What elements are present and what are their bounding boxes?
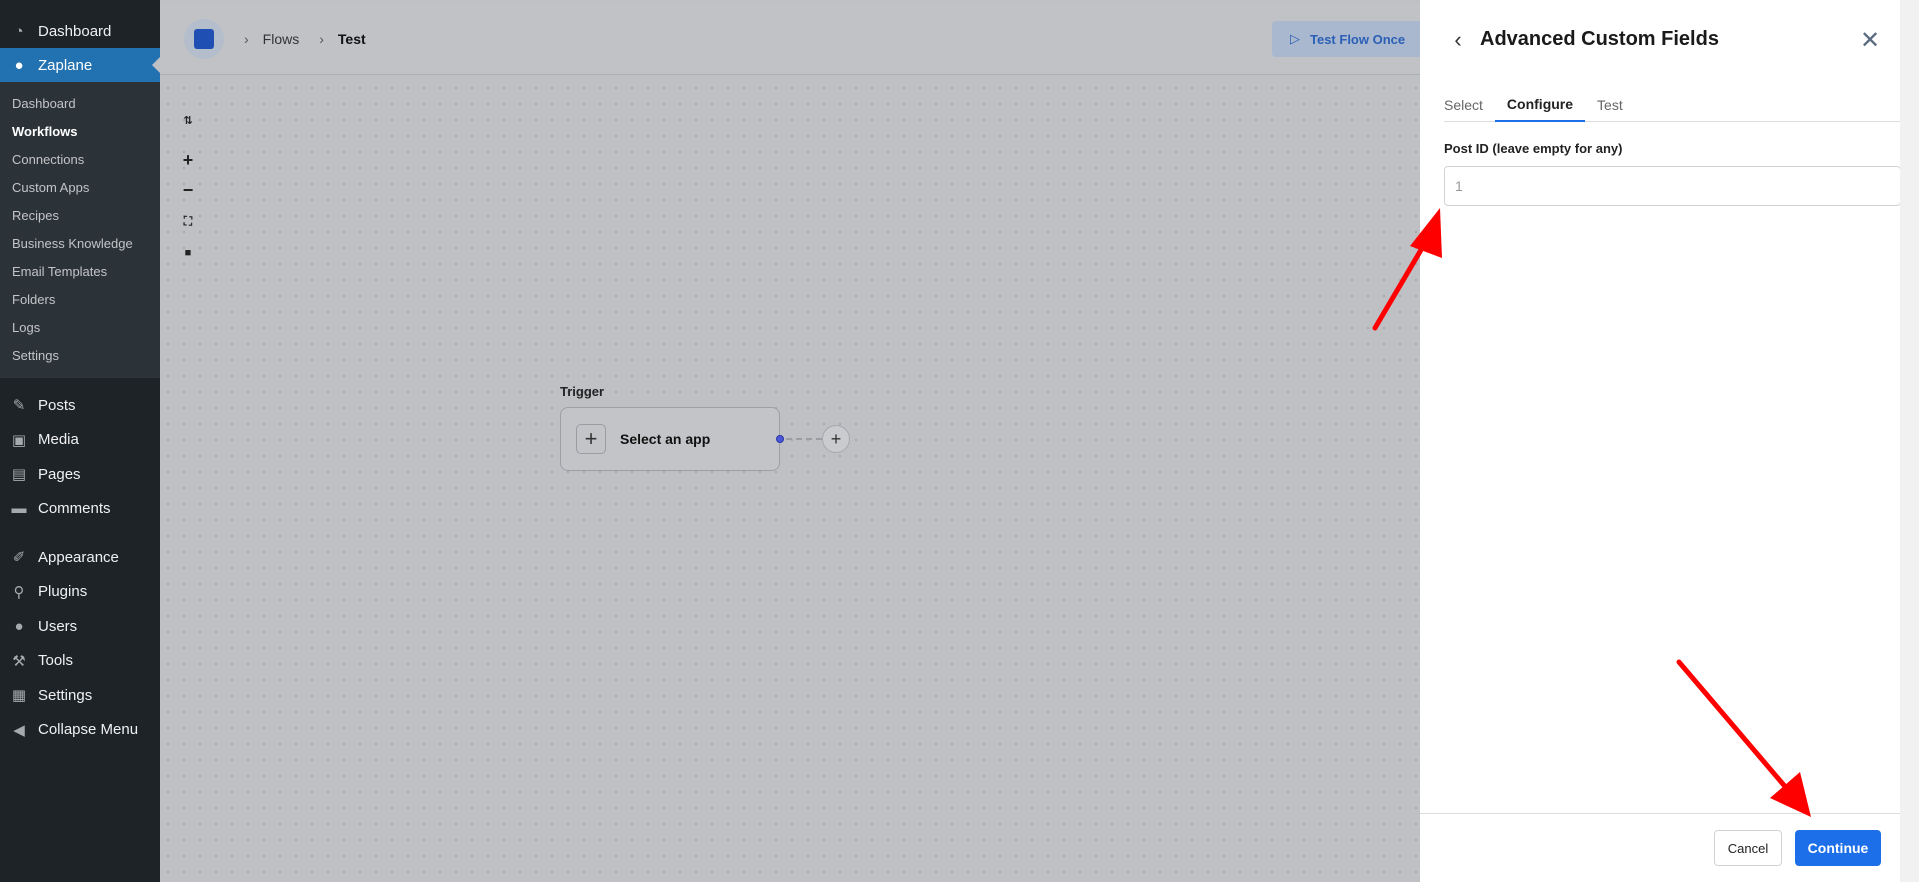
comment-icon: ▬ bbox=[11, 500, 27, 518]
collapse-icon: ◀ bbox=[13, 721, 25, 739]
wp-menu-settings[interactable]: ▦ Settings bbox=[0, 678, 160, 713]
brush-icon: ✐ bbox=[12, 549, 26, 567]
trigger-label: Trigger bbox=[560, 384, 605, 399]
submenu-recipes[interactable]: Recipes bbox=[0, 201, 160, 229]
wp-menu-appearance[interactable]: ✐ Appearance bbox=[0, 540, 160, 575]
wp-menu-collapse[interactable]: ◀ Collapse Menu bbox=[0, 713, 160, 748]
user-icon: ● bbox=[14, 617, 24, 635]
continue-button[interactable]: Continue bbox=[1795, 830, 1881, 866]
test-flow-button[interactable]: ▷ Test Flow Once bbox=[1272, 21, 1420, 57]
wp-menu-label: Comments bbox=[38, 500, 111, 518]
media-icon: ▣ bbox=[11, 431, 27, 449]
post-id-label: Post ID (leave empty for any) bbox=[1444, 141, 1623, 156]
play-icon: ▷ bbox=[1290, 31, 1300, 46]
post-id-input[interactable] bbox=[1444, 166, 1901, 206]
wp-menu-tools[interactable]: ⚒ Tools bbox=[0, 644, 160, 679]
wp-menu-label: Posts bbox=[38, 396, 76, 414]
pin-icon: ✎ bbox=[12, 397, 26, 415]
canvas-topbar: › Flows › Test ▷ Test Flow Once bbox=[160, 3, 1420, 75]
wp-menu-users[interactable]: ● Users bbox=[0, 609, 160, 644]
wp-menu-lower: ✎ Posts ▣ Media ▤ Pages ▬ Comments ✐ App… bbox=[0, 388, 160, 747]
wp-menu-label: Collapse Menu bbox=[38, 721, 139, 739]
breadcrumb-flows[interactable]: Flows bbox=[263, 31, 300, 47]
connector-line bbox=[786, 438, 822, 440]
connector-handle[interactable] bbox=[776, 435, 784, 443]
test-flow-label: Test Flow Once bbox=[1310, 31, 1406, 47]
wp-menu-label: Pages bbox=[38, 465, 81, 483]
cancel-button[interactable]: Cancel bbox=[1714, 830, 1782, 866]
panel-title: Advanced Custom Fields bbox=[1480, 28, 1719, 50]
panel-footer: Cancel Continue bbox=[1420, 813, 1900, 882]
plug-icon: ⚲ bbox=[13, 583, 25, 601]
submenu-logs[interactable]: Logs bbox=[0, 313, 160, 341]
settings-icon: ▦ bbox=[11, 687, 27, 705]
plus-icon: + bbox=[576, 424, 606, 454]
tab-test[interactable]: Test bbox=[1585, 88, 1635, 122]
wp-menu-label: Media bbox=[38, 431, 79, 449]
wp-menu-label: Users bbox=[38, 617, 78, 635]
submenu-custom-apps[interactable]: Custom Apps bbox=[0, 173, 160, 201]
submenu-email-templates[interactable]: Email Templates bbox=[0, 257, 160, 285]
wp-menu-pages[interactable]: ▤ Pages bbox=[0, 457, 160, 492]
add-step-button[interactable]: + bbox=[822, 425, 850, 453]
submenu-folders[interactable]: Folders bbox=[0, 285, 160, 313]
app-logo[interactable] bbox=[184, 18, 224, 59]
chevron-right-icon: › bbox=[244, 30, 249, 47]
tab-configure[interactable]: Configure bbox=[1494, 88, 1586, 122]
submenu-workflows[interactable]: Workflows bbox=[0, 117, 160, 145]
submenu-connections[interactable]: Connections bbox=[0, 145, 160, 173]
wp-menu-label: Dashboard bbox=[38, 22, 112, 40]
breadcrumb-current: Test bbox=[337, 30, 366, 47]
panel-tabs: Select Configure Test bbox=[1444, 88, 1901, 122]
dashboard-icon: ◔ bbox=[14, 22, 24, 40]
zaplane-icon: ● bbox=[14, 56, 24, 74]
trigger-node[interactable]: + Select an app bbox=[560, 407, 780, 471]
wp-menu-label: Settings bbox=[38, 686, 93, 704]
plus-icon: + bbox=[830, 428, 842, 449]
back-arrow-icon[interactable]: ‹ bbox=[1448, 27, 1468, 52]
wrench-icon: ⚒ bbox=[12, 652, 26, 670]
wp-menu-label: Zaplane bbox=[38, 56, 93, 74]
step-config-panel: ‹ Advanced Custom Fields ✕ Select Config… bbox=[1420, 0, 1919, 882]
lock-icon[interactable]: ■ bbox=[180, 245, 196, 261]
scrollbar[interactable] bbox=[1900, 0, 1919, 882]
wp-menu-label: Appearance bbox=[38, 548, 119, 566]
wp-admin-sidebar: ◔ Dashboard ● Zaplane Dashboard Workflow… bbox=[0, 0, 161, 882]
submenu-dashboard[interactable]: Dashboard bbox=[0, 89, 160, 117]
logo-mark-icon bbox=[194, 28, 214, 49]
layout-toggle-icon[interactable]: ⇅ bbox=[180, 112, 196, 128]
pages-icon: ▤ bbox=[11, 466, 27, 484]
submenu-business-knowledge[interactable]: Business Knowledge bbox=[0, 229, 160, 257]
wp-menu-dashboard[interactable]: ◔ Dashboard bbox=[0, 14, 160, 48]
wp-menu-posts[interactable]: ✎ Posts bbox=[0, 388, 160, 423]
trigger-node-text: Select an app bbox=[620, 431, 711, 447]
wp-menu-label: Plugins bbox=[38, 583, 88, 601]
wp-menu-comments[interactable]: ▬ Comments bbox=[0, 492, 160, 527]
wp-menu-plugins[interactable]: ⚲ Plugins bbox=[0, 575, 160, 610]
zoom-in-icon[interactable]: + bbox=[180, 150, 196, 170]
flow-canvas[interactable]: › Flows › Test ▷ Test Flow Once ⇅ + − ⛶ … bbox=[160, 0, 1420, 882]
menu-separator bbox=[0, 526, 160, 540]
tab-select[interactable]: Select bbox=[1444, 88, 1495, 122]
wp-menu-zaplane[interactable]: ● Zaplane bbox=[0, 48, 161, 82]
close-icon[interactable]: ✕ bbox=[1858, 27, 1882, 54]
chevron-right-icon: › bbox=[319, 30, 324, 47]
wp-menu-label: Tools bbox=[38, 652, 74, 670]
zaplane-submenu: Dashboard Workflows Connections Custom A… bbox=[0, 82, 160, 378]
wp-menu-media[interactable]: ▣ Media bbox=[0, 423, 160, 458]
submenu-settings[interactable]: Settings bbox=[0, 341, 160, 369]
fit-view-icon[interactable]: ⛶ bbox=[180, 213, 196, 229]
zoom-out-icon[interactable]: − bbox=[180, 180, 196, 200]
